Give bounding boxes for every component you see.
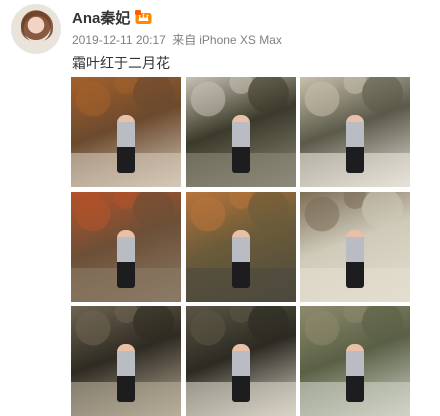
name-row: Ana秦妃 <box>72 7 152 27</box>
photo-figure <box>346 230 364 288</box>
photo-figure <box>232 230 250 288</box>
photo-figure <box>117 115 135 173</box>
photo-7[interactable] <box>71 306 181 416</box>
avatar[interactable] <box>11 4 61 54</box>
photo-4[interactable] <box>71 192 181 302</box>
photo-figure <box>117 230 135 288</box>
post-text: 霜叶红于二月花 <box>72 55 170 71</box>
photo-3[interactable] <box>300 77 410 187</box>
photo-5[interactable] <box>186 192 296 302</box>
post-time[interactable]: 2019-12-11 20:17 <box>72 33 166 47</box>
photo-6[interactable] <box>300 192 410 302</box>
weibo-post: Ana秦妃 2019-12-11 20:17 来自 iPhone XS Max 霜… <box>0 0 440 416</box>
username[interactable]: Ana秦妃 <box>72 7 130 28</box>
post-source: iPhone XS Max <box>199 33 282 47</box>
photo-8[interactable] <box>186 306 296 416</box>
vip-crown-icon[interactable] <box>135 9 152 25</box>
photo-figure <box>232 344 250 402</box>
post-meta: 2019-12-11 20:17 来自 iPhone XS Max <box>72 31 285 48</box>
photo-1[interactable] <box>71 77 181 187</box>
photo-9[interactable] <box>300 306 410 416</box>
photo-figure <box>117 344 135 402</box>
photo-2[interactable] <box>186 77 296 187</box>
photo-figure <box>346 344 364 402</box>
photo-figure <box>346 115 364 173</box>
photo-figure <box>232 115 250 173</box>
source-prefix: 来自 <box>172 33 197 47</box>
